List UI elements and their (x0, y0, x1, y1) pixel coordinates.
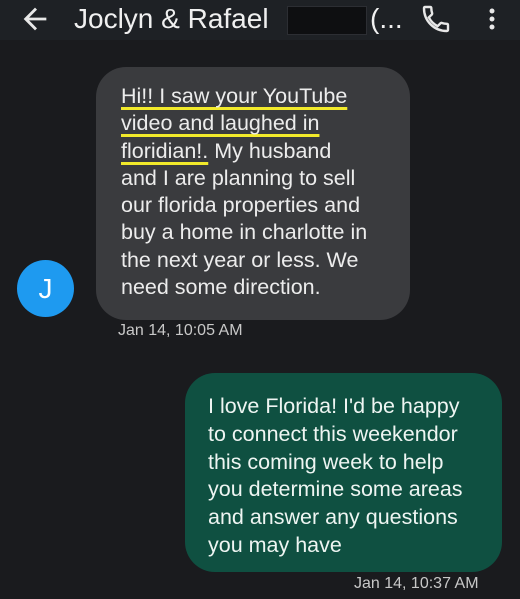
redacted-block (287, 6, 367, 35)
conversation-title-suffix[interactable]: (... (370, 0, 403, 40)
top-app-bar: Joclyn & Rafael (... (0, 0, 520, 40)
phone-icon[interactable] (420, 3, 452, 35)
incoming-message-bubble[interactable]: Hi!! I saw your YouTube video and laughe… (96, 67, 410, 320)
message-timestamp: Jan 14, 10:37 AM (354, 575, 479, 592)
conversation-title[interactable]: Joclyn & Rafael (74, 0, 269, 40)
outgoing-message-bubble[interactable]: I love Florida! I'd be happy to connect … (185, 373, 502, 572)
arrow-left-icon[interactable] (18, 2, 52, 36)
message-timestamp: Jan 14, 10:05 AM (118, 322, 243, 339)
more-vert-icon[interactable] (480, 3, 504, 35)
avatar[interactable]: J (17, 260, 74, 317)
